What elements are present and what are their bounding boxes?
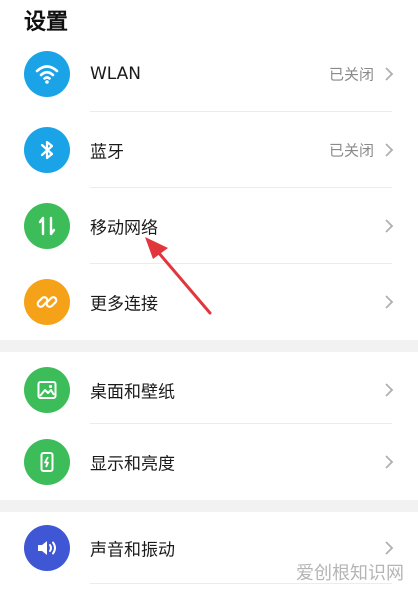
annotation-arrow xyxy=(145,237,212,315)
watermark: 爱创根知识网 xyxy=(296,563,404,584)
